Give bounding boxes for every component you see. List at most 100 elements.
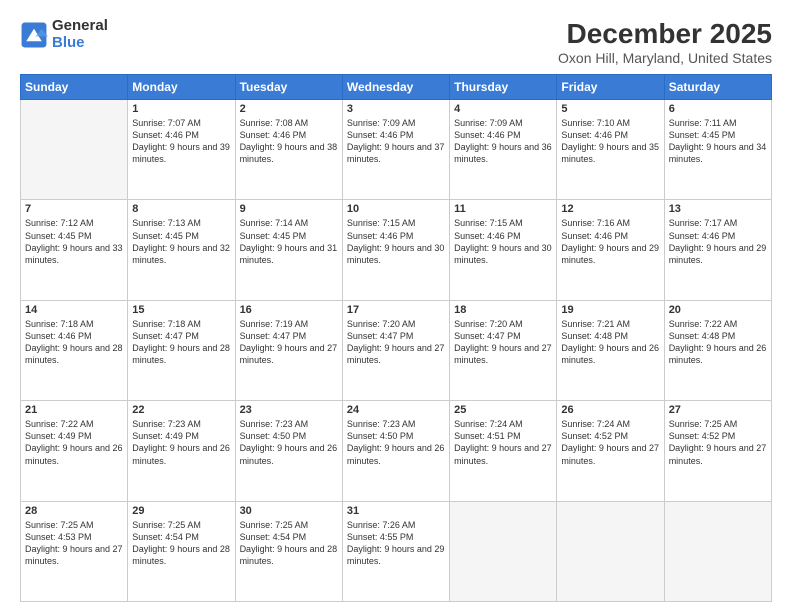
day-number: 17 (347, 304, 445, 316)
table-row: 14 Sunrise: 7:18 AMSunset: 4:46 PMDayligh… (21, 300, 128, 400)
cell-details: Sunrise: 7:18 AMSunset: 4:46 PMDaylight:… (25, 318, 123, 367)
header: General Blue December 2025 Oxon Hill, Ma… (20, 18, 772, 66)
cell-details: Sunrise: 7:25 AMSunset: 4:54 PMDaylight:… (240, 519, 338, 568)
cell-details: Sunrise: 7:11 AMSunset: 4:45 PMDaylight:… (669, 117, 767, 166)
day-number: 28 (25, 505, 123, 517)
cell-details: Sunrise: 7:23 AMSunset: 4:49 PMDaylight:… (132, 418, 230, 467)
table-row: 8Sunrise: 7:13 AMSunset: 4:45 PMDaylight… (128, 200, 235, 300)
header-saturday: Saturday (664, 75, 771, 100)
header-sunday: Sunday (21, 75, 128, 100)
logo-text: General Blue (52, 18, 108, 51)
cell-details: Sunrise: 7:25 AMSunset: 4:52 PMDaylight:… (669, 418, 767, 467)
table-row: 5Sunrise: 7:10 AMSunset: 4:46 PMDaylight… (557, 100, 664, 200)
table-row: 23 Sunrise: 7:23 AMSunset: 4:50 PMDayligh… (235, 401, 342, 501)
cell-details: Sunrise: 7:23 AMSunset: 4:50 PMDaylight:… (240, 418, 338, 467)
cell-details: Sunrise: 7:24 AMSunset: 4:51 PMDaylight:… (454, 418, 552, 467)
logo-blue-text: Blue (52, 35, 108, 52)
cell-details: Sunrise: 7:16 AMSunset: 4:46 PMDaylight:… (561, 217, 659, 266)
day-number: 27 (669, 404, 767, 416)
table-row: 2Sunrise: 7:08 AMSunset: 4:46 PMDaylight… (235, 100, 342, 200)
table-row: 27 Sunrise: 7:25 AMSunset: 4:52 PMDayligh… (664, 401, 771, 501)
day-number: 3 (347, 103, 445, 115)
cell-details: Sunrise: 7:19 AMSunset: 4:47 PMDaylight:… (240, 318, 338, 367)
table-row: 6 Sunrise: 7:11 AMSunset: 4:45 PMDaylight… (664, 100, 771, 200)
day-number: 26 (561, 404, 659, 416)
table-row: 13Sunrise: 7:17 AMSunset: 4:46 PMDayligh… (664, 200, 771, 300)
logo: General Blue (20, 18, 108, 51)
table-row: 20 Sunrise: 7:22 AMSunset: 4:48 PMDayligh… (664, 300, 771, 400)
header-friday: Friday (557, 75, 664, 100)
cell-details: Sunrise: 7:24 AMSunset: 4:52 PMDaylight:… (561, 418, 659, 467)
day-number: 22 (132, 404, 230, 416)
day-number: 7 (25, 203, 123, 215)
main-title: December 2025 (558, 18, 772, 50)
header-monday: Monday (128, 75, 235, 100)
table-row: 4 Sunrise: 7:09 AMSunset: 4:46 PMDaylight… (450, 100, 557, 200)
table-row: 15Sunrise: 7:18 AMSunset: 4:47 PMDayligh… (128, 300, 235, 400)
day-number: 5 (561, 103, 659, 115)
table-row: 21 Sunrise: 7:22 AMSunset: 4:49 PMDayligh… (21, 401, 128, 501)
day-number: 4 (454, 103, 552, 115)
cell-details: Sunrise: 7:12 AMSunset: 4:45 PMDaylight:… (25, 217, 123, 266)
day-number: 11 (454, 203, 552, 215)
day-number: 16 (240, 304, 338, 316)
day-number: 23 (240, 404, 338, 416)
day-number: 1 (132, 103, 230, 115)
cell-details: Sunrise: 7:14 AMSunset: 4:45 PMDaylight:… (240, 217, 338, 266)
day-number: 6 (669, 103, 767, 115)
cell-details: Sunrise: 7:15 AMSunset: 4:46 PMDaylight:… (454, 217, 552, 266)
cell-details: Sunrise: 7:09 AMSunset: 4:46 PMDaylight:… (347, 117, 445, 166)
cell-details: Sunrise: 7:26 AMSunset: 4:55 PMDaylight:… (347, 519, 445, 568)
calendar-header-row: Sunday Monday Tuesday Wednesday Thursday… (21, 75, 772, 100)
table-row (450, 501, 557, 601)
day-number: 10 (347, 203, 445, 215)
table-row (21, 100, 128, 200)
cell-details: Sunrise: 7:20 AMSunset: 4:47 PMDaylight:… (347, 318, 445, 367)
table-row (664, 501, 771, 601)
table-row: 7 Sunrise: 7:12 AMSunset: 4:45 PMDaylight… (21, 200, 128, 300)
cell-details: Sunrise: 7:13 AMSunset: 4:45 PMDaylight:… (132, 217, 230, 266)
table-row: 31Sunrise: 7:26 AMSunset: 4:55 PMDayligh… (342, 501, 449, 601)
table-row: 22 Sunrise: 7:23 AMSunset: 4:49 PMDayligh… (128, 401, 235, 501)
logo-general-text: General (52, 18, 108, 35)
cell-details: Sunrise: 7:22 AMSunset: 4:49 PMDaylight:… (25, 418, 123, 467)
table-row: 11 Sunrise: 7:15 AMSunset: 4:46 PMDayligh… (450, 200, 557, 300)
table-row: 17 Sunrise: 7:20 AMSunset: 4:47 PMDayligh… (342, 300, 449, 400)
day-number: 14 (25, 304, 123, 316)
table-row: 9 Sunrise: 7:14 AMSunset: 4:45 PMDaylight… (235, 200, 342, 300)
calendar-week-row: 7 Sunrise: 7:12 AMSunset: 4:45 PMDaylight… (21, 200, 772, 300)
day-number: 15 (132, 304, 230, 316)
cell-details: Sunrise: 7:25 AMSunset: 4:54 PMDaylight:… (132, 519, 230, 568)
calendar-week-row: 14 Sunrise: 7:18 AMSunset: 4:46 PMDayligh… (21, 300, 772, 400)
day-number: 2 (240, 103, 338, 115)
day-number: 25 (454, 404, 552, 416)
table-row: 24Sunrise: 7:23 AMSunset: 4:50 PMDayligh… (342, 401, 449, 501)
table-row: 10 Sunrise: 7:15 AMSunset: 4:46 PMDayligh… (342, 200, 449, 300)
day-number: 12 (561, 203, 659, 215)
day-number: 9 (240, 203, 338, 215)
table-row: 28Sunrise: 7:25 AMSunset: 4:53 PMDayligh… (21, 501, 128, 601)
table-row: 25 Sunrise: 7:24 AMSunset: 4:51 PMDayligh… (450, 401, 557, 501)
cell-details: Sunrise: 7:07 AMSunset: 4:46 PMDaylight:… (132, 117, 230, 166)
logo-icon (20, 21, 48, 49)
table-row: 18Sunrise: 7:20 AMSunset: 4:47 PMDayligh… (450, 300, 557, 400)
cell-details: Sunrise: 7:23 AMSunset: 4:50 PMDaylight:… (347, 418, 445, 467)
cell-details: Sunrise: 7:15 AMSunset: 4:46 PMDaylight:… (347, 217, 445, 266)
day-number: 20 (669, 304, 767, 316)
table-row: 1 Sunrise: 7:07 AMSunset: 4:46 PMDaylight… (128, 100, 235, 200)
table-row: 29 Sunrise: 7:25 AMSunset: 4:54 PMDayligh… (128, 501, 235, 601)
page: General Blue December 2025 Oxon Hill, Ma… (0, 0, 792, 612)
day-number: 13 (669, 203, 767, 215)
table-row: 3 Sunrise: 7:09 AMSunset: 4:46 PMDaylight… (342, 100, 449, 200)
table-row: 12 Sunrise: 7:16 AMSunset: 4:46 PMDayligh… (557, 200, 664, 300)
subtitle: Oxon Hill, Maryland, United States (558, 50, 772, 66)
header-wednesday: Wednesday (342, 75, 449, 100)
cell-details: Sunrise: 7:21 AMSunset: 4:48 PMDaylight:… (561, 318, 659, 367)
day-number: 19 (561, 304, 659, 316)
table-row: 30Sunrise: 7:25 AMSunset: 4:54 PMDayligh… (235, 501, 342, 601)
cell-details: Sunrise: 7:22 AMSunset: 4:48 PMDaylight:… (669, 318, 767, 367)
cell-details: Sunrise: 7:09 AMSunset: 4:46 PMDaylight:… (454, 117, 552, 166)
day-number: 21 (25, 404, 123, 416)
table-row (557, 501, 664, 601)
day-number: 29 (132, 505, 230, 517)
